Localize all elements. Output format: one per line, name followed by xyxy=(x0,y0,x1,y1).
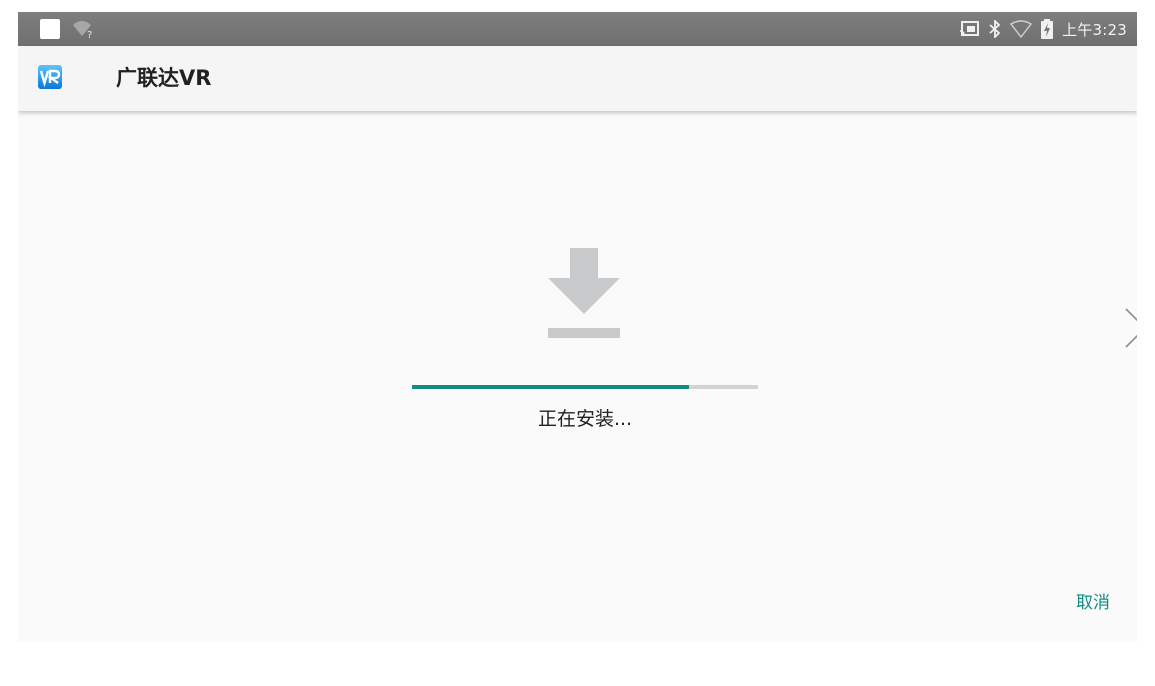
install-progress-fill xyxy=(412,385,689,389)
chevron-right-icon[interactable] xyxy=(1124,307,1137,349)
cast-icon xyxy=(960,21,980,36)
download-icon xyxy=(548,248,620,338)
wifi-icon xyxy=(1010,20,1033,38)
cancel-button[interactable]: 取消 xyxy=(1076,588,1110,613)
install-status-text: 正在安装... xyxy=(537,408,633,430)
status-bar: ? 上午3:23 xyxy=(18,12,1137,46)
status-icons: 上午3:23 xyxy=(960,12,1127,46)
wifi-question-icon: ? xyxy=(73,21,92,39)
battery-charging-icon xyxy=(1041,19,1054,39)
install-progress-bar xyxy=(412,385,758,389)
install-screen: ? 上午3:23 广联达VR 正在安装... 取消 xyxy=(18,12,1137,642)
app-bar: 广联达VR xyxy=(18,46,1137,111)
notification-icon xyxy=(40,19,60,39)
vr-app-icon xyxy=(38,65,62,89)
bluetooth-icon xyxy=(989,20,1001,38)
status-time: 上午3:23 xyxy=(1062,20,1127,39)
app-title: 广联达VR xyxy=(116,66,212,90)
svg-text:?: ? xyxy=(87,30,92,39)
